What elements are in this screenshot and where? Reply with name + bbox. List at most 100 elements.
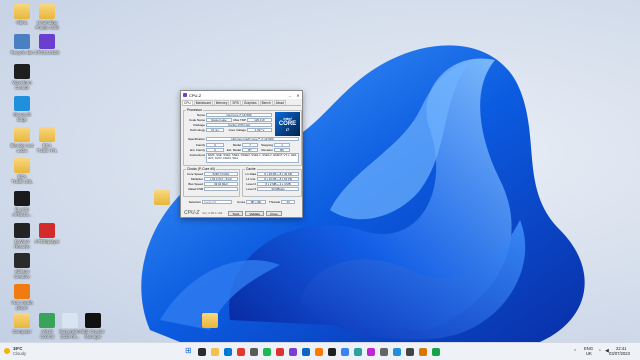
stepping-label: Stepping (261, 143, 273, 148)
family-label: Family (196, 143, 205, 148)
desktop-icon-label: HEAL (16, 20, 28, 25)
desktop-icon[interactable]: BCA TUBE UDL (2, 158, 42, 184)
tools-button[interactable]: Tools (228, 210, 244, 216)
model-value: 7 (242, 143, 258, 148)
taskbar-app-icon[interactable] (263, 348, 271, 356)
maxtdp-value: 125.0 W (247, 118, 272, 123)
codename-value: Raptor Lake (206, 118, 232, 123)
clocks-group-label: Clocks (P-Core #0) (186, 167, 217, 171)
desktop-icon[interactable]: BCA TUBE HFL (27, 127, 67, 153)
codename-label: Code Name (188, 118, 205, 123)
desktop-icon-label: VLC media player (11, 300, 33, 310)
model-label: Model (232, 143, 241, 148)
taskbar-app-icon[interactable] (250, 348, 258, 356)
folder-icon (14, 158, 30, 173)
clock-date[interactable]: 03/07/2023 (609, 351, 630, 356)
corespeed-label: Core Speed (186, 172, 203, 177)
app-icon (14, 64, 30, 79)
desktop-icon[interactable]: BLACK AIRBUS... (2, 191, 42, 217)
close-icon[interactable]: ✕ (294, 93, 302, 98)
tab-graphics[interactable]: Graphics (241, 100, 259, 105)
wifi-icon[interactable]: ◔ (598, 348, 601, 354)
taskbar-app-icon[interactable] (237, 348, 245, 356)
app-icon (39, 223, 55, 238)
desktop-icon[interactable]: Edit Creator Manager (73, 313, 113, 339)
desktop-icon[interactable]: VLC media player (2, 284, 42, 310)
corevoltage-value: 1.337 V (247, 128, 272, 133)
ratedfsb-label: Rated FSB (188, 187, 203, 192)
validate-button[interactable]: Validate (245, 210, 264, 216)
bottom-bar: CPU-Z Ver. 2.05.1.x64 Tools Validate Clo… (184, 210, 282, 216)
taskbar-app-icon[interactable] (276, 348, 284, 356)
l1i-value: 8 x 32 KB + 8 x 64 KB (257, 177, 299, 182)
taskbar-app-icon[interactable] (315, 348, 323, 356)
taskbar-app-icon[interactable] (393, 348, 401, 356)
taskbar-app-icon[interactable] (328, 348, 336, 356)
tab-memory[interactable]: Memory (213, 100, 230, 105)
selection-label: Selection (188, 200, 201, 205)
tab-about[interactable]: About (273, 100, 287, 105)
start-icon[interactable]: ⊞ (185, 346, 193, 355)
l1d-label: L1 Data (245, 172, 256, 177)
taskbar-app-icon[interactable] (367, 348, 375, 356)
weather-icon[interactable] (4, 348, 10, 354)
desktop-icon[interactable]: Unwinding Protein Grid (27, 4, 67, 30)
desktop-icon[interactable]: CRSOUNDS (27, 34, 67, 55)
app-icon (85, 313, 101, 328)
wallpaper-bloom (141, 45, 585, 342)
package-label: Package (193, 123, 205, 128)
taskbar: 19°C Cloudy ⊞ ⌃ ENG UK ◔ ◀ 22:41 03/07/2… (0, 342, 640, 360)
desktop-icon-label: Microsoft Edge (13, 112, 31, 122)
weather-text[interactable]: Cloudy (13, 351, 26, 356)
app-icon (14, 191, 30, 206)
multiplier-label: Multiplier (190, 177, 203, 182)
close-button[interactable]: Close (265, 210, 282, 216)
taskbar-app-icon[interactable] (354, 348, 362, 356)
cpuz-window[interactable]: CPU-Z – ✕ CPU Mainboard Memory SPD Graph… (180, 90, 303, 218)
multiplier-value: x 53.0 (8.0 - 53.0) (204, 177, 238, 182)
taskbar-app-icon[interactable] (406, 348, 414, 356)
desktop-icon-label: BLACK AIRBUS... (12, 207, 32, 217)
minimize-icon[interactable]: – (286, 93, 294, 98)
l2-value: 8 x 2 MB + 2 x 4 MB (257, 182, 299, 187)
corespeed-value: 5296.73 MHz (204, 172, 238, 177)
cache-group-label: Cache (245, 167, 257, 171)
desktop-icon[interactable] (190, 313, 230, 329)
busspeed-label: Bus Speed (188, 182, 203, 187)
window-title: CPU-Z (189, 92, 202, 98)
taskbar-app-icon[interactable] (419, 348, 427, 356)
desktop-icon[interactable]: Microsoft Edge (2, 96, 42, 122)
desktop-icon[interactable]: Ableton Creative (2, 253, 42, 279)
desktop-icon[interactable]: Waveform Creator (2, 64, 42, 90)
tab-spd[interactable]: SPD (230, 100, 241, 105)
folder-icon (154, 190, 170, 205)
l1i-label: L1 Inst. (246, 177, 256, 182)
taskbar-app-icon[interactable] (432, 348, 440, 356)
cores-value: 8P + 8E (246, 200, 266, 205)
extfamily-label: Ext. Family (190, 148, 205, 153)
selection-dropdown[interactable]: Socket #1 (202, 200, 232, 205)
desktop-icon[interactable]: AITEMplayer (27, 223, 67, 244)
processor-group-label: Processor (186, 108, 203, 112)
title-bar[interactable]: CPU-Z – ✕ (181, 91, 302, 99)
threads-value: 24 (281, 200, 295, 205)
maxtdp-label: Max TDP (233, 118, 246, 123)
taskbar-app-icon[interactable] (380, 348, 388, 356)
taskbar-app-icon[interactable] (211, 348, 219, 356)
taskbar-app-icon[interactable] (302, 348, 310, 356)
taskbar-app-icon[interactable] (289, 348, 297, 356)
tab-bench[interactable]: Bench (259, 100, 273, 105)
cpuz-app-icon (183, 93, 187, 97)
tab-mainboard[interactable]: Mainboard (193, 100, 213, 105)
folder-icon (39, 4, 55, 19)
language-bottom[interactable]: UK (586, 351, 592, 356)
desktop-icon[interactable] (142, 190, 182, 206)
l1d-value: 8 x 48 KB + 8 x 32 KB (257, 172, 299, 177)
taskbar-app-icon[interactable] (341, 348, 349, 356)
app-icon (14, 284, 30, 299)
chevron-up-icon[interactable]: ⌃ (573, 349, 577, 355)
taskbar-app-icon[interactable] (224, 348, 232, 356)
taskbar-app-icon[interactable] (198, 348, 206, 356)
tab-cpu[interactable]: CPU (182, 100, 193, 105)
desktop-icon-label: BCA TUBE UDL (11, 174, 33, 184)
